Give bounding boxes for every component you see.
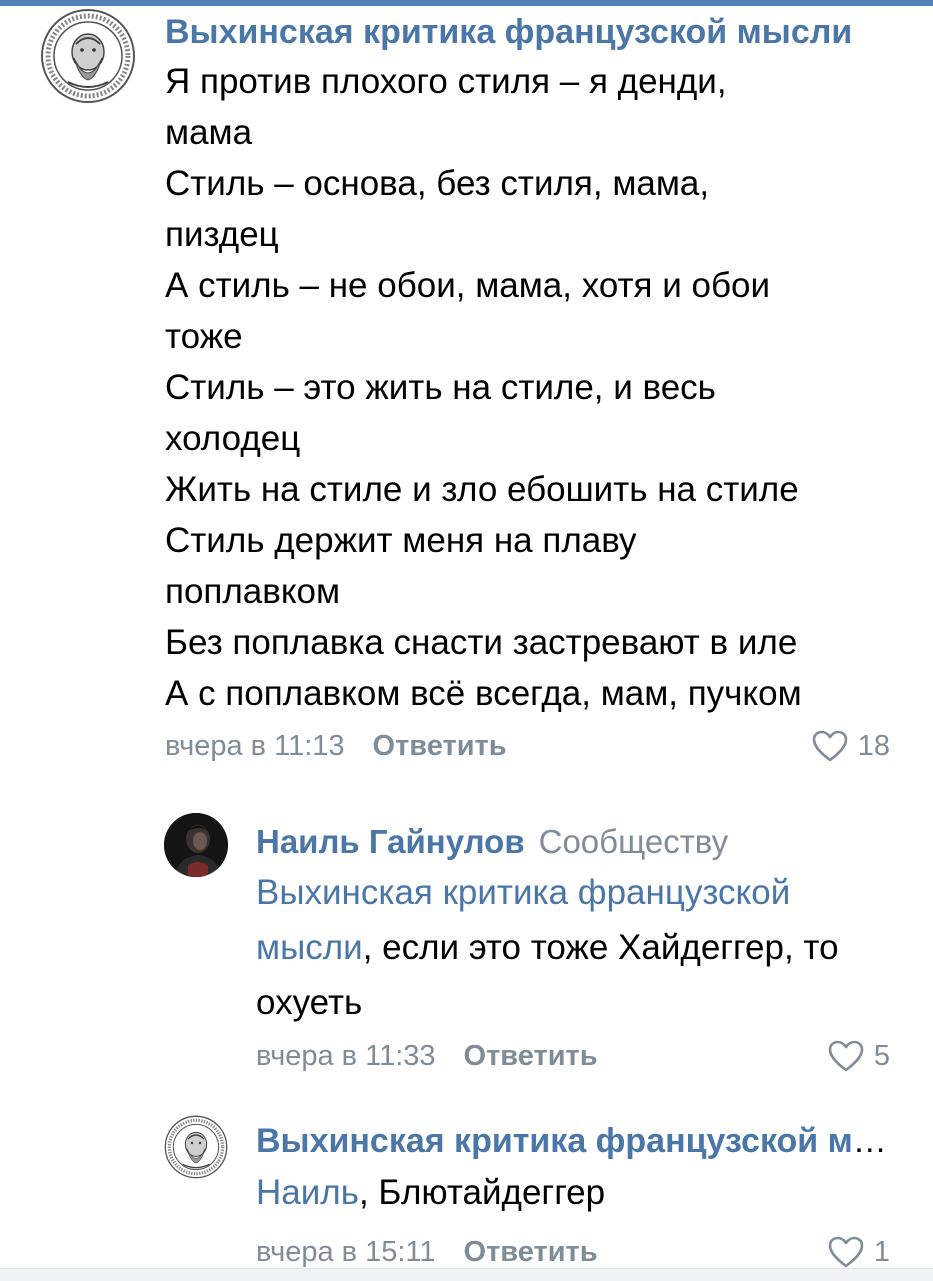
comment-meta: вчера в 15:11 Ответить 1 bbox=[256, 1232, 890, 1272]
comment-text: Я против плохого стиля – я денди, мама С… bbox=[165, 56, 890, 719]
like-count: 1 bbox=[873, 1236, 890, 1268]
heart-icon bbox=[828, 1236, 864, 1268]
top-accent-bar bbox=[0, 0, 933, 6]
mention-link[interactable]: Наиль bbox=[256, 1173, 359, 1212]
reply-button[interactable]: Ответить bbox=[464, 1236, 598, 1268]
comment-line: мама bbox=[165, 113, 253, 152]
comment-line: пиздец bbox=[165, 215, 279, 254]
like-count: 18 bbox=[857, 730, 890, 762]
community-avatar[interactable] bbox=[164, 1115, 228, 1179]
user-avatar-icon bbox=[164, 813, 228, 877]
comment-line: Стиль – это жить на стиле, и весь bbox=[165, 368, 716, 407]
comment-author[interactable]: Выхинская критика французской мысли bbox=[165, 8, 890, 56]
comment-meta: вчера в 11:13 Ответить 18 bbox=[165, 726, 890, 766]
comment-header: Наиль Гайнулов Сообществу bbox=[256, 817, 890, 867]
comment-meta: вчера в 11:33 Ответить 5 bbox=[256, 1036, 890, 1076]
comment-time[interactable]: вчера в 11:13 bbox=[165, 730, 345, 762]
comment-line: Я против плохого стиля – я денди, bbox=[165, 62, 727, 101]
community-logo-icon bbox=[164, 1115, 228, 1179]
bottom-divider bbox=[0, 1268, 933, 1281]
comment-line: Без поплавка снасти застревают в иле bbox=[165, 623, 798, 662]
community-avatar[interactable] bbox=[40, 8, 136, 104]
comment-line: холодец bbox=[165, 419, 301, 458]
comment-line: Стиль – основа, без стиля, мама, bbox=[165, 164, 710, 203]
comment-text-body: , Блютайдеггер bbox=[358, 1173, 606, 1212]
comment-text: Выхинская критика французской мысли, есл… bbox=[256, 865, 890, 1030]
comment-text: Наиль, Блютайдеггер bbox=[256, 1165, 890, 1220]
like-button[interactable]: 5 bbox=[828, 1036, 890, 1076]
comment-time[interactable]: вчера в 15:11 bbox=[256, 1236, 436, 1268]
comment-line: А стиль – не обои, мама, хотя и обои bbox=[165, 266, 771, 305]
reply-button[interactable]: Ответить bbox=[373, 730, 507, 762]
like-button[interactable]: 18 bbox=[812, 726, 890, 766]
like-button[interactable]: 1 bbox=[828, 1232, 890, 1272]
comment-author[interactable]: Выхинская критика французской мысли bbox=[256, 1122, 890, 1160]
heart-icon bbox=[828, 1040, 864, 1072]
heart-icon bbox=[812, 730, 848, 762]
comment-addressee: Сообществу bbox=[538, 823, 729, 860]
comment-line: тоже bbox=[165, 317, 243, 356]
user-avatar[interactable] bbox=[164, 813, 228, 877]
comment-line: Жить на стиле и зло ебошить на стиле bbox=[165, 470, 799, 509]
comment-line: поплавком bbox=[165, 572, 341, 611]
comment-time[interactable]: вчера в 11:33 bbox=[256, 1040, 436, 1072]
community-logo-icon bbox=[41, 9, 135, 103]
comment-author[interactable]: Наиль Гайнулов bbox=[256, 823, 525, 860]
reply-button[interactable]: Ответить bbox=[464, 1040, 598, 1072]
comment-header: Выхинская критика французской мысли bbox=[256, 1117, 890, 1165]
comment-line: А с поплавком всё всегда, мам, пучком bbox=[165, 674, 802, 713]
comment-line: Стиль держит меня на плаву bbox=[165, 521, 637, 560]
like-count: 5 bbox=[873, 1040, 890, 1072]
